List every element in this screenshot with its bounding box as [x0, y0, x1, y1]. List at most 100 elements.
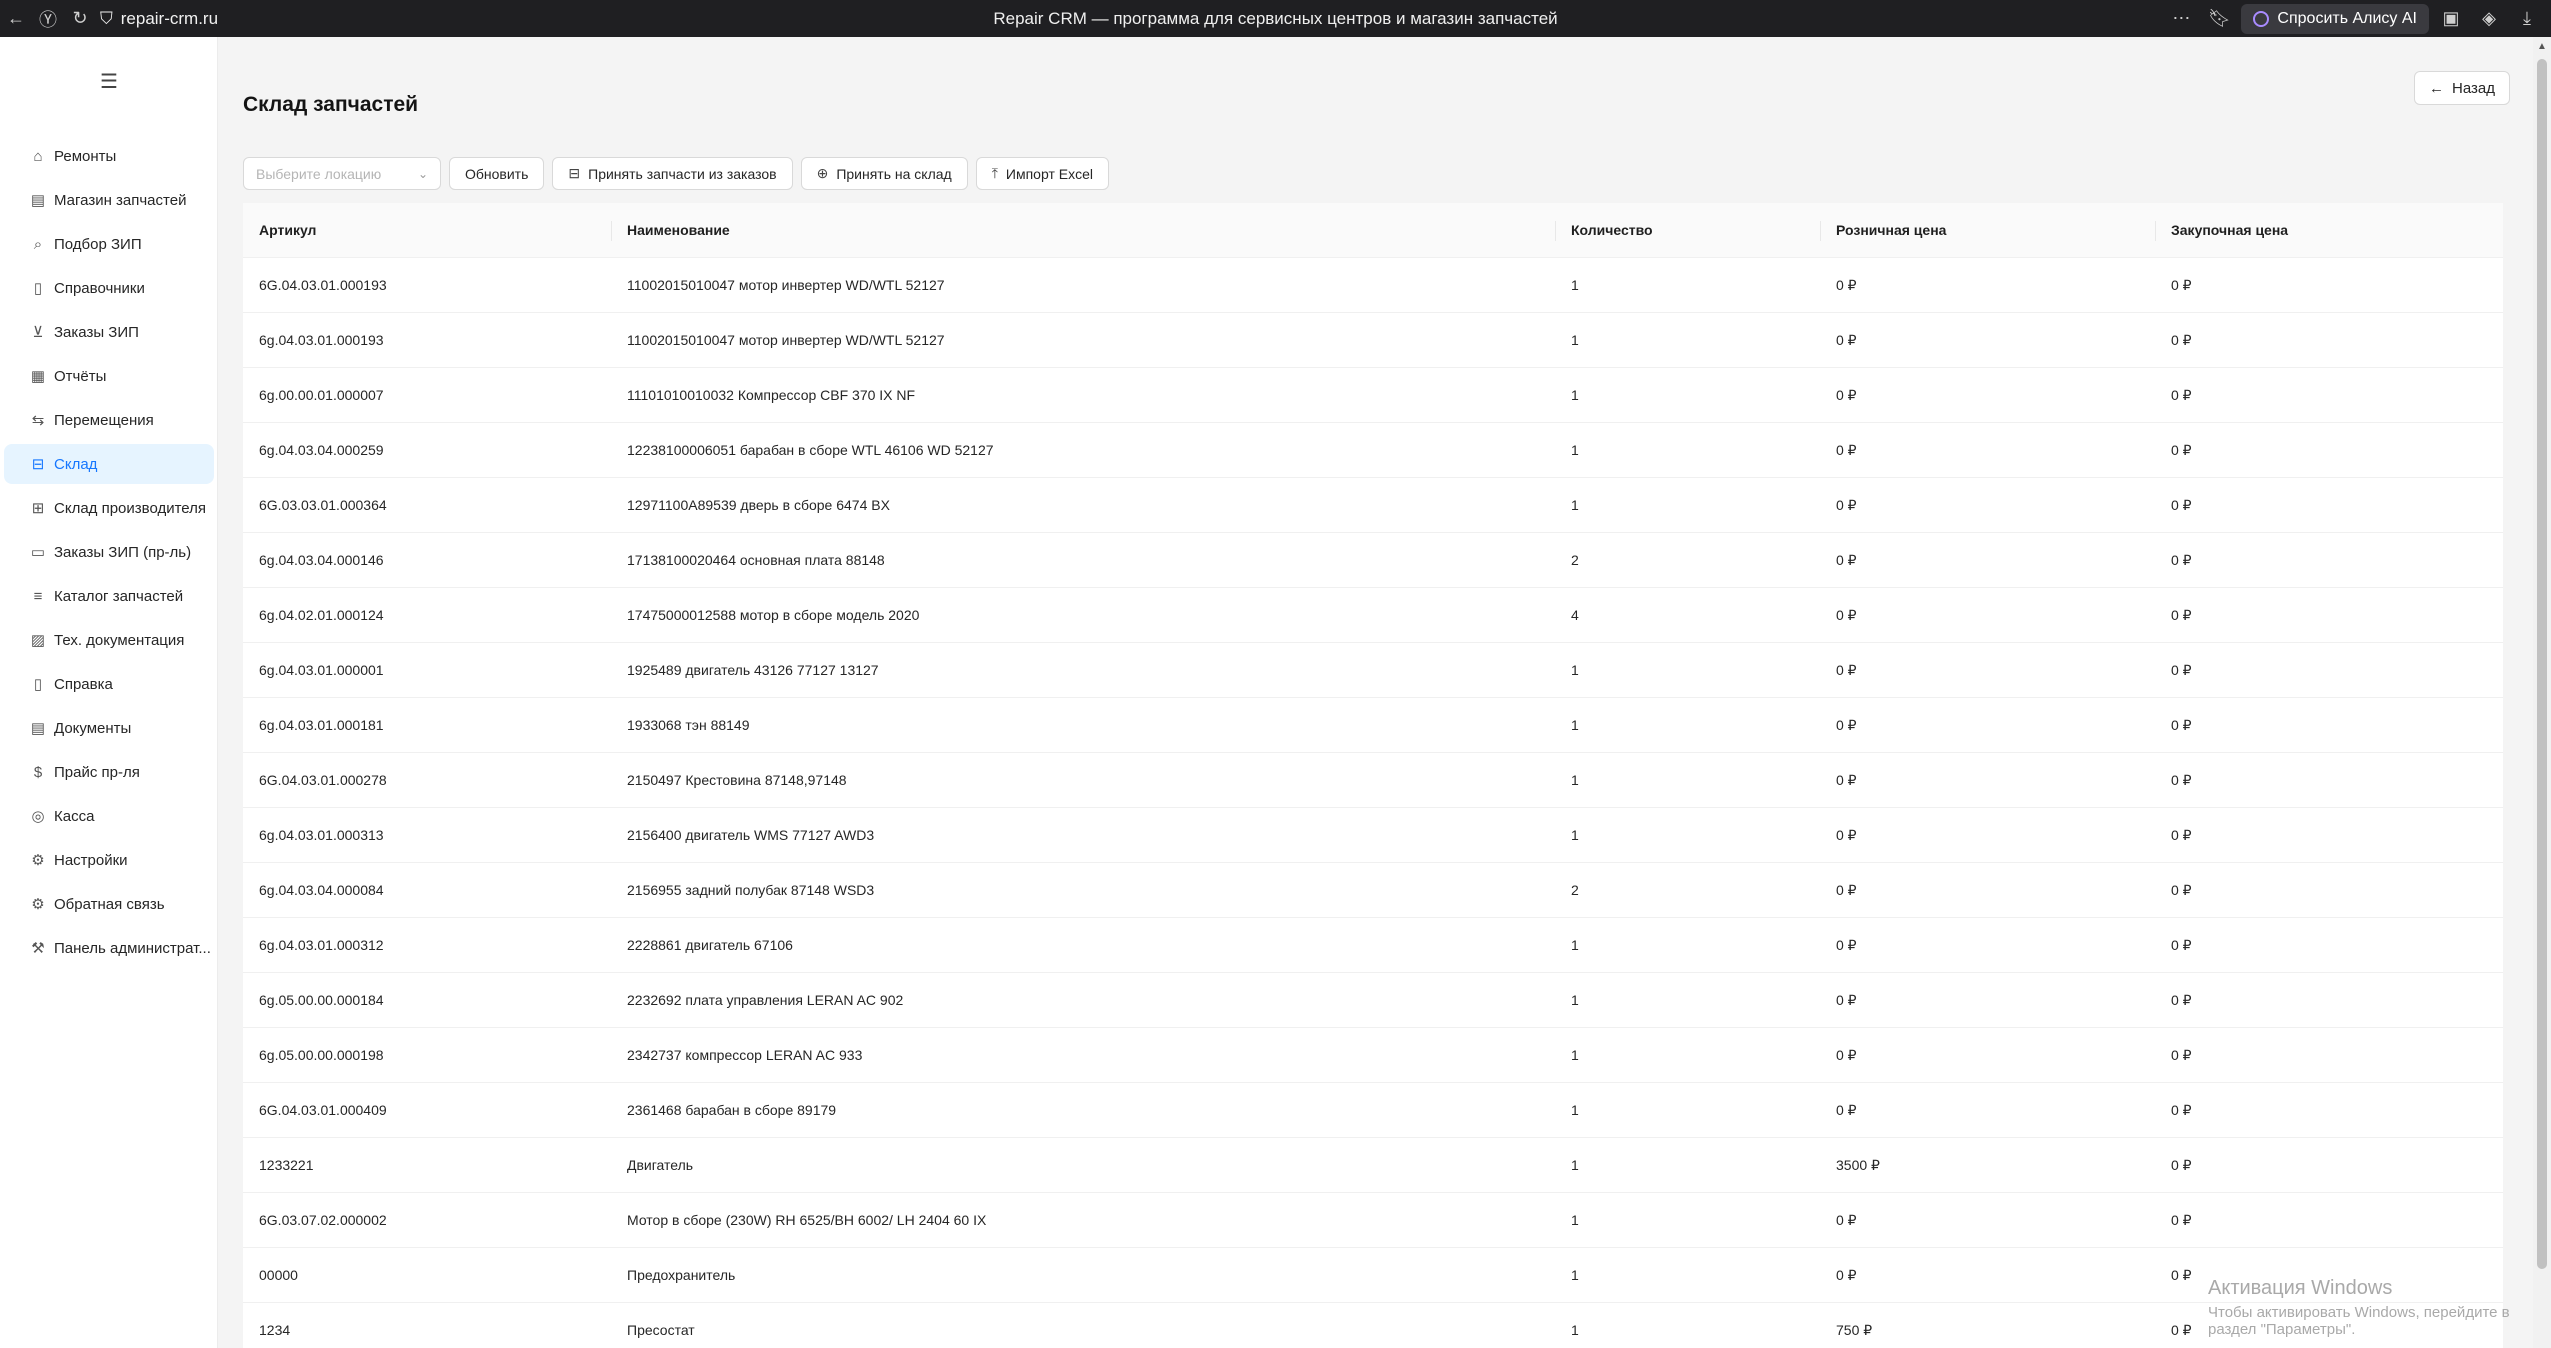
column-header-quantity[interactable]: Количество	[1555, 203, 1820, 258]
cell-purchase-price: 0 ₽	[2171, 606, 2192, 623]
back-arrow-icon[interactable]: ←	[0, 3, 32, 35]
sidebar-item-warehouse[interactable]: ⊟ Склад	[4, 444, 214, 484]
refresh-button[interactable]: Обновить	[449, 157, 545, 190]
cell-retail-price: 750 ₽	[1836, 1321, 1873, 1338]
toolbar: Выберите локацию ⌄ Обновить ⊟ Принять за…	[243, 157, 1109, 190]
cell-quantity: 1	[1571, 1322, 1579, 1338]
sidebar-item-tech-docs[interactable]: ▨ Тех. документация	[4, 620, 214, 660]
extension-icon[interactable]: ◈	[2473, 3, 2505, 35]
table-row[interactable]: 6g.04.03.01.000313 2156400 двигатель WMS …	[243, 808, 2503, 863]
sidebar-item-manufacturer-warehouse[interactable]: ⊞ Склад производителя	[4, 488, 214, 528]
table-row[interactable]: 6G.04.03.01.000193 11002015010047 мотор и…	[243, 258, 2503, 313]
list-icon: ≡	[33, 587, 43, 605]
sidebar-item-manufacturer-price[interactable]: $ Прайс пр-ля	[4, 752, 214, 792]
cell-quantity: 2	[1571, 552, 1579, 568]
yandex-icon[interactable]: Ⓨ	[32, 3, 64, 35]
accept-to-warehouse-button[interactable]: ⊕ Принять на склад	[800, 157, 968, 190]
column-header-purchase-price[interactable]: Закупочная цена	[2155, 203, 2503, 258]
search-icon: ⌕	[33, 235, 43, 253]
sidebar-item-references[interactable]: ▯ Справочники	[4, 268, 214, 308]
sidebar-item-feedback[interactable]: ⚙ Обратная связь	[4, 884, 214, 924]
table-row[interactable]: 6g.00.00.01.000007 11101010010032 Компрес…	[243, 368, 2503, 423]
tech-doc-icon: ▨	[30, 632, 46, 649]
menu-collapse-icon[interactable]: ☰	[98, 70, 120, 93]
cell-article: 6g.04.03.01.000312	[259, 937, 384, 953]
cell-article: 6g.04.03.04.000084	[259, 882, 384, 898]
cell-article: 6G.04.03.01.000409	[259, 1102, 387, 1118]
cell-quantity: 1	[1571, 332, 1579, 348]
help-icon: ▯	[33, 676, 43, 693]
column-header-retail-price[interactable]: Розничная цена	[1820, 203, 2155, 258]
table-row[interactable]: 6g.05.00.00.000198 2342737 компрессор LER…	[243, 1028, 2503, 1083]
sidebar-item-parts-orders[interactable]: ⊻ Заказы ЗИП	[4, 312, 214, 352]
accept-parts-from-orders-button[interactable]: ⊟ Принять запчасти из заказов	[552, 157, 793, 190]
sidebar-item-parts-catalog[interactable]: ≡ Каталог запчастей	[4, 576, 214, 616]
back-button[interactable]: ← Назад	[2414, 71, 2510, 105]
table-row[interactable]: 6G.04.03.01.000409 2361468 барабан в сбор…	[243, 1083, 2503, 1138]
column-header-article[interactable]: Артикул	[243, 203, 611, 258]
browser-toolbar: ← Ⓨ ↻ ⛉ repair-crm.ru ⋯ 🔖︎ Спросить Алис…	[0, 0, 2551, 37]
cell-purchase-price: 0 ₽	[2171, 441, 2192, 458]
import-excel-button[interactable]: ⤒ Импорт Excel	[975, 157, 1109, 190]
download-icon[interactable]: ⤓	[2511, 3, 2543, 35]
collections-icon[interactable]: ▣	[2435, 3, 2467, 35]
table-row[interactable]: 6g.04.03.01.000312 2228861 двигатель 6710…	[243, 918, 2503, 973]
table-row[interactable]: 6g.04.03.01.000001 1925489 двигатель 4312…	[243, 643, 2503, 698]
sidebar-item-transfers[interactable]: ⇆ Перемещения	[4, 400, 214, 440]
table-row[interactable]: 6g.04.03.04.000084 2156955 задний полубак…	[243, 863, 2503, 918]
doc-icon: ▭	[30, 544, 46, 561]
sidebar-item-documents[interactable]: ▤ Документы	[4, 708, 214, 748]
column-header-name[interactable]: Наименование	[611, 203, 1555, 258]
cell-article: 6g.04.03.04.000146	[259, 552, 384, 568]
inbox-icon: ⊟	[568, 165, 581, 181]
cell-purchase-price: 0 ₽	[2171, 386, 2192, 403]
cell-article: 1233221	[259, 1157, 314, 1173]
sidebar-item-cash[interactable]: ◎ Касса	[4, 796, 214, 836]
table-row[interactable]: 6g.05.00.00.000184 2232692 плата управлен…	[243, 973, 2503, 1028]
shield-icon: ⛉	[100, 8, 113, 28]
table-row[interactable]: 6g.04.03.01.000193 11002015010047 мотор и…	[243, 313, 2503, 368]
cell-purchase-price: 0 ₽	[2171, 771, 2192, 788]
upload-icon: ⤒	[991, 165, 998, 181]
table-row[interactable]: 6g.04.03.04.000259 12238100006051 барабан…	[243, 423, 2503, 478]
location-select[interactable]: Выберите локацию ⌄	[243, 157, 441, 190]
reload-icon[interactable]: ↻	[64, 3, 96, 35]
table-row[interactable]: 6G.03.03.01.000364 12971100A89539 дверь в…	[243, 478, 2503, 533]
cell-quantity: 1	[1571, 1212, 1579, 1228]
sidebar: ☰ ⌂ Ремонты ▤ Магазин запчастей ⌕ Подбор ЗИ…	[0, 37, 218, 1348]
cell-retail-price: 0 ₽	[1836, 1266, 1857, 1283]
cell-quantity: 1	[1571, 1102, 1579, 1118]
cell-name: 2361468 барабан в сборе 89179	[627, 1102, 837, 1118]
more-icon[interactable]: ⋯	[2165, 3, 2197, 35]
sidebar-item-manufacturer-orders[interactable]: ▭ Заказы ЗИП (пр-ль)	[4, 532, 214, 572]
table-row[interactable]: 6G.03.07.02.000002 Мотор в сборе (230W) R…	[243, 1193, 2503, 1248]
table-row[interactable]: 6g.04.03.04.000146 17138100020464 основна…	[243, 533, 2503, 588]
cell-quantity: 2	[1571, 882, 1579, 898]
sidebar-item-parts-store[interactable]: ▤ Магазин запчастей	[4, 180, 214, 220]
sidebar-item-reports[interactable]: ▦ Отчёты	[4, 356, 214, 396]
alice-button[interactable]: Спросить Алису AI	[2241, 3, 2429, 34]
cell-article: 6g.04.03.01.000181	[259, 717, 384, 733]
bookmark-icon[interactable]: 🔖︎	[2203, 3, 2235, 35]
cell-purchase-price: 0 ₽	[2171, 1046, 2192, 1063]
table-row[interactable]: 6G.04.03.01.000278 2150497 Крестовина 871…	[243, 753, 2503, 808]
cell-retail-price: 0 ₽	[1836, 441, 1857, 458]
cell-quantity: 1	[1571, 497, 1579, 513]
table-row[interactable]: 00000 Предохранитель 1 0 ₽ 0 ₽	[243, 1248, 2503, 1303]
sidebar-item-admin-panel[interactable]: ⚒ Панель администрат...	[4, 928, 214, 968]
address-bar[interactable]: ⛉ repair-crm.ru	[100, 9, 218, 29]
table-row[interactable]: 6g.04.03.01.000181 1933068 тэн 88149 1 0 ₽ 0…	[243, 698, 2503, 753]
sidebar-item-parts-selection[interactable]: ⌕ Подбор ЗИП	[4, 224, 214, 264]
sidebar-item-settings[interactable]: ⚙ Настройки	[4, 840, 214, 880]
cell-name: 11101010010032 Компрессор CBF 370 IX NF	[627, 387, 916, 403]
sidebar-item-repairs[interactable]: ⌂ Ремонты	[4, 136, 214, 176]
cell-quantity: 1	[1571, 387, 1579, 403]
cell-retail-price: 0 ₽	[1836, 1101, 1857, 1118]
sidebar-item-help[interactable]: ▯ Справка	[4, 664, 214, 704]
table-row[interactable]: 1234 Пресостат 1 750 ₽ 0 ₽	[243, 1303, 2503, 1348]
table-row[interactable]: 1233221 Двигатель 1 3500 ₽ 0 ₽	[243, 1138, 2503, 1193]
page-scrollbar[interactable]: ▲	[2533, 37, 2551, 1348]
table-row[interactable]: 6g.04.02.01.000124 17475000012588 мотор в…	[243, 588, 2503, 643]
scrollbar-thumb[interactable]	[2537, 59, 2547, 1269]
scroll-up-icon[interactable]: ▲	[2537, 41, 2547, 52]
